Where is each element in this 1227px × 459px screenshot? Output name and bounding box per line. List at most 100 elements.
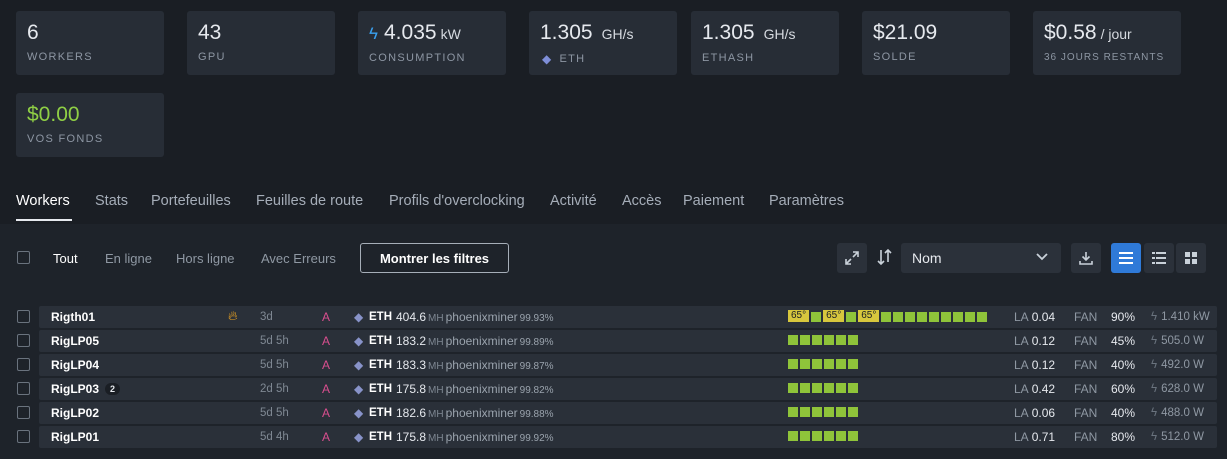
- gpu-status-indicator[interactable]: [824, 335, 834, 345]
- gpu-temp-badge[interactable]: 65°: [788, 310, 810, 322]
- gpu-status-indicator[interactable]: [917, 311, 928, 322]
- gpu-status-indicator[interactable]: [800, 407, 810, 417]
- gpu-status-indicator[interactable]: [941, 311, 952, 322]
- row-checkbox[interactable]: [17, 358, 30, 371]
- gpu-status-indicator[interactable]: [836, 383, 846, 393]
- worker-name[interactable]: RigLP03 2: [51, 382, 121, 396]
- stat-value: 43: [198, 21, 222, 44]
- gpu-status-indicator[interactable]: [812, 383, 822, 393]
- gpu-status-indicator[interactable]: [788, 359, 798, 369]
- gpu-status-indicator[interactable]: [788, 383, 798, 393]
- gpu-status-indicator[interactable]: [788, 431, 798, 441]
- tab-overclocking-profiles[interactable]: Profils d'overclocking: [389, 193, 525, 209]
- ethereum-icon: ◆: [354, 406, 364, 420]
- gpu-status-indicator[interactable]: [812, 431, 822, 441]
- tab-wallets[interactable]: Portefeuilles: [151, 193, 231, 209]
- worker-name[interactable]: Rigth01: [51, 310, 95, 324]
- gpu-status-indicator[interactable]: [977, 311, 988, 322]
- gpu-status-indicator[interactable]: [824, 407, 834, 417]
- table-row[interactable]: RigLP03 2 2d 5h A ◆ ETH 175.8 MH phoenixminer 99.…: [39, 378, 1217, 400]
- gpu-status-indicator[interactable]: [800, 383, 810, 393]
- tab-activity[interactable]: Activité: [550, 193, 597, 209]
- gpu-status-indicator[interactable]: [788, 335, 798, 345]
- accepted-shares: 99.93%: [519, 313, 554, 324]
- tab-access[interactable]: Accès: [622, 193, 662, 209]
- gpu-status-indicator[interactable]: [929, 311, 940, 322]
- hashrate-value: 404.6: [396, 310, 427, 324]
- row-checkbox[interactable]: [17, 310, 30, 323]
- gpu-status-indicator[interactable]: [824, 431, 834, 441]
- tab-payment[interactable]: Paiement: [683, 193, 744, 209]
- tab-flight-sheets[interactable]: Feuilles de route: [256, 193, 363, 209]
- stat-label-text: ETH: [559, 53, 586, 65]
- view-grid-button[interactable]: [1176, 243, 1206, 273]
- sort-direction-icon[interactable]: [877, 248, 893, 270]
- filter-online[interactable]: En ligne: [105, 251, 152, 266]
- gpu-status-indicator[interactable]: [965, 311, 976, 322]
- gpu-status-indicator[interactable]: [836, 335, 846, 345]
- stat-value: $0.58/ jour: [1044, 21, 1169, 46]
- gpu-status-indicator[interactable]: [836, 359, 846, 369]
- gpu-status-indicator[interactable]: [953, 311, 964, 322]
- gpu-status-indicator[interactable]: [812, 407, 822, 417]
- load-average: LA 0.04: [1014, 310, 1055, 324]
- coin-label: ETH: [369, 311, 392, 323]
- filter-offline[interactable]: Hors ligne: [176, 251, 235, 266]
- table-row[interactable]: Rigth01 🔥︎ 3d A ◆ ETH 404.6 MH phoenixminer 99.93…: [39, 306, 1217, 328]
- gpu-status-indicator[interactable]: [788, 407, 798, 417]
- gpu-status-indicator[interactable]: [848, 359, 858, 369]
- gpu-status-list: [788, 335, 860, 345]
- gpu-status-indicator[interactable]: [893, 311, 904, 322]
- filter-all[interactable]: Tout: [53, 251, 78, 266]
- gpu-status-indicator[interactable]: [811, 311, 822, 322]
- hashrate-unit: MH: [428, 361, 444, 372]
- view-list-button[interactable]: [1111, 243, 1141, 273]
- gpu-status-indicator[interactable]: [800, 431, 810, 441]
- gpu-status-indicator[interactable]: [812, 335, 822, 345]
- table-row[interactable]: RigLP04 5d 5h A ◆ ETH 183.3 MH phoenixminer 99.8…: [39, 354, 1217, 376]
- show-filters-button[interactable]: Montrer les filtres: [360, 243, 509, 273]
- gpu-status-indicator[interactable]: [881, 311, 892, 322]
- row-checkbox[interactable]: [17, 430, 30, 443]
- select-all-checkbox[interactable]: [17, 251, 30, 264]
- sort-select[interactable]: Nom: [901, 243, 1061, 273]
- stat-card-daily-cost: $0.58/ jour 36 JOURS RESTANTS: [1033, 11, 1181, 75]
- gpu-status-indicator[interactable]: [848, 383, 858, 393]
- worker-name[interactable]: RigLP01: [51, 430, 99, 444]
- worker-name[interactable]: RigLP04: [51, 358, 99, 372]
- tab-settings[interactable]: Paramètres: [769, 193, 844, 209]
- load-average-value: 0.04: [1031, 310, 1056, 324]
- hashrate: 183.3 MH phoenixminer 99.87%: [396, 358, 554, 374]
- gpu-status-indicator[interactable]: [848, 431, 858, 441]
- tab-workers[interactable]: Workers: [16, 193, 70, 209]
- row-checkbox[interactable]: [17, 334, 30, 347]
- gpu-status-indicator[interactable]: [812, 359, 822, 369]
- worker-name[interactable]: RigLP05: [51, 334, 99, 348]
- load-average: LA 0.42: [1014, 382, 1055, 396]
- gpu-temp-badge[interactable]: 65°: [858, 310, 880, 322]
- view-detailed-list-button[interactable]: [1144, 243, 1174, 273]
- table-row[interactable]: RigLP05 5d 5h A ◆ ETH 183.2 MH phoenixminer 99.8…: [39, 330, 1217, 352]
- gpu-status-indicator[interactable]: [824, 359, 834, 369]
- row-checkbox[interactable]: [17, 406, 30, 419]
- tab-stats[interactable]: Stats: [95, 193, 128, 209]
- gpu-status-indicator[interactable]: [905, 311, 916, 322]
- gpu-status-indicator[interactable]: [846, 311, 857, 322]
- gpu-temp-badge[interactable]: 65°: [823, 310, 845, 322]
- ethereum-icon: ◆: [354, 310, 364, 324]
- gpu-status-indicator[interactable]: [800, 359, 810, 369]
- hashrate-unit: MH: [428, 385, 444, 396]
- download-button[interactable]: [1071, 243, 1101, 273]
- gpu-status-indicator[interactable]: [836, 407, 846, 417]
- expand-button[interactable]: [837, 243, 867, 273]
- worker-name[interactable]: RigLP02: [51, 406, 99, 420]
- gpu-status-indicator[interactable]: [824, 383, 834, 393]
- gpu-status-indicator[interactable]: [848, 335, 858, 345]
- gpu-status-indicator[interactable]: [836, 431, 846, 441]
- gpu-status-indicator[interactable]: [848, 407, 858, 417]
- filter-with-errors[interactable]: Avec Erreurs: [261, 251, 336, 266]
- gpu-status-indicator[interactable]: [800, 335, 810, 345]
- row-checkbox[interactable]: [17, 382, 30, 395]
- table-row[interactable]: RigLP01 5d 4h A ◆ ETH 175.8 MH phoenixminer 99.9…: [39, 426, 1217, 448]
- table-row[interactable]: RigLP02 5d 5h A ◆ ETH 182.6 MH phoenixminer 99.8…: [39, 402, 1217, 424]
